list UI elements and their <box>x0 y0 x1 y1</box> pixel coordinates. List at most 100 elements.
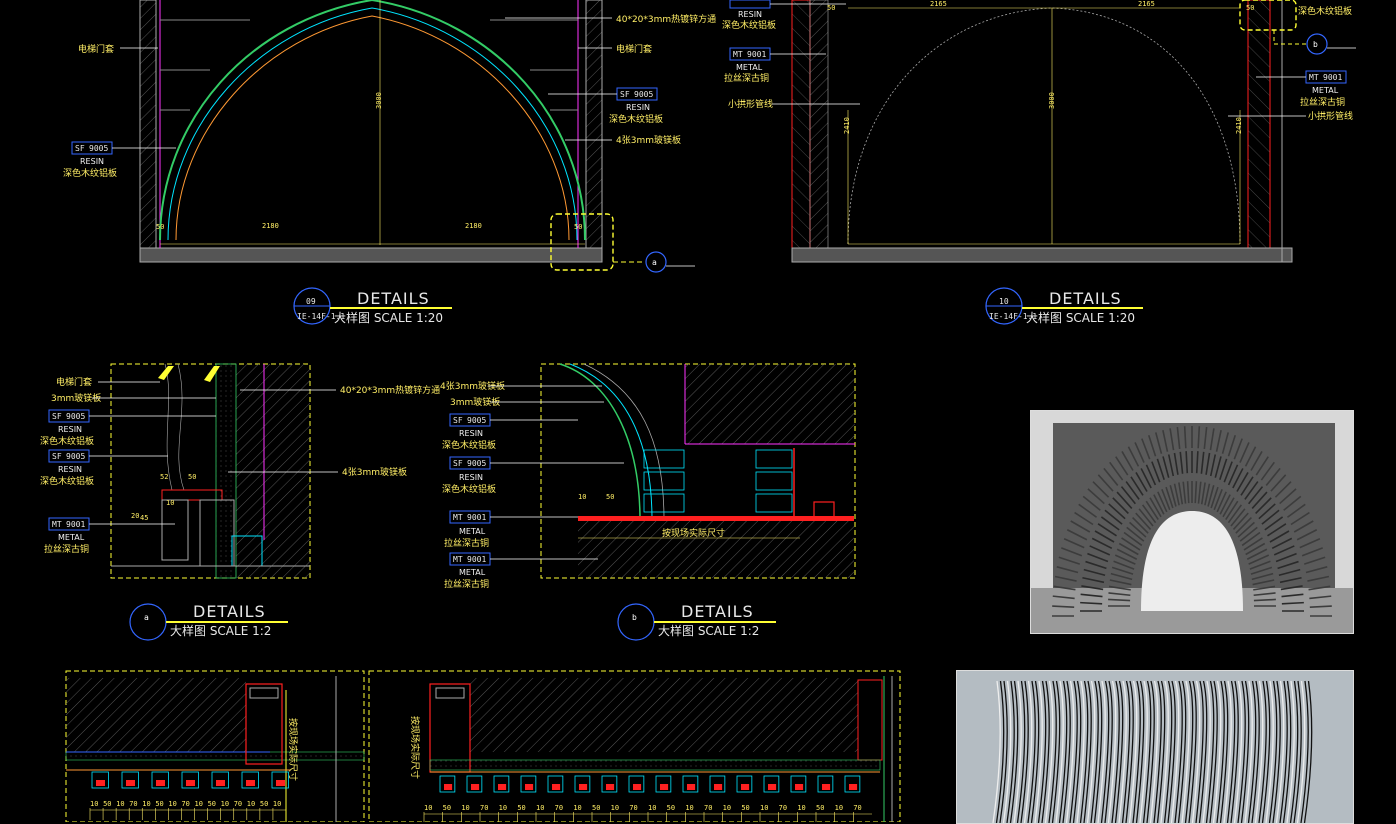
d09-label-sf-num-right: 9005 <box>634 90 653 99</box>
dim-label: 10 <box>90 800 98 808</box>
d09-label-resin: RESIN <box>80 157 104 166</box>
dim-label: 10 <box>168 800 176 808</box>
db-label-sf-num-1: 9005 <box>467 416 486 425</box>
dim-label: 10 <box>760 804 768 812</box>
da-dim-50: 50 <box>188 473 196 481</box>
d10-label-mt-num-right: 9001 <box>1323 73 1342 82</box>
db-label-mt-num-2: 9001 <box>467 555 486 564</box>
dim-label: 10 <box>221 800 229 808</box>
dim-label: 70 <box>181 800 189 808</box>
d10-label-bronze-left: 拉丝深古铜 <box>724 72 769 84</box>
d09-dim-width-right: 2180 <box>465 222 482 230</box>
d10-dim-width-left: 2165 <box>930 0 947 8</box>
dim-label: 10 <box>611 804 619 812</box>
d10-label-resin-left: RESIN <box>738 10 762 19</box>
d10-label-metal-right: METAL <box>1312 86 1339 95</box>
title-09-id: 09 <box>306 297 316 306</box>
d10-dim-50-right: 50 <box>1246 4 1254 12</box>
d10-dim-width-right: 2165 <box>1138 0 1155 8</box>
da-label-sf-code-1: SF <box>52 412 62 421</box>
dim-label: 70 <box>853 804 861 812</box>
db-dim-10: 10 <box>578 493 586 501</box>
db-label-mt-code-2: MT <box>453 555 463 564</box>
da-label-resin-1: RESIN <box>58 425 82 434</box>
da-label-wood-panel-1: 深色木纹铝板 <box>40 435 94 447</box>
d10-label-mt-code-right: MT <box>1309 73 1319 82</box>
title-09-scale: 大样图 SCALE 1:20 <box>334 310 443 325</box>
d09-label-resin-right: RESIN <box>626 103 650 112</box>
d09-label-steel-tube: 40*20*3mm热镀锌方通 <box>616 13 716 25</box>
render-arch-perspective-image <box>1031 411 1353 633</box>
bottom-right-ribs <box>439 775 861 793</box>
d10-dim-height: 3000 <box>1048 92 1056 109</box>
dim-label: 10 <box>424 804 432 812</box>
detail-b-drawing: 按现场实际尺寸 10 50 4张3mm玻镁板 3mm玻镁板 SF 9005 RE… <box>440 363 856 590</box>
d09-dim-height: 3000 <box>375 92 383 109</box>
da-label-steel-tube: 40*20*3mm热镀锌方通 <box>340 384 440 396</box>
db-label-metal-2: METAL <box>459 568 486 577</box>
dim-label: 50 <box>517 804 525 812</box>
da-label-mt-code: MT <box>52 520 62 529</box>
da-label-metal: METAL <box>58 533 85 542</box>
da-dim-10: 10 <box>166 499 174 507</box>
db-label-sf-code-2: SF <box>453 459 463 468</box>
da-label-door-frame: 电梯门套 <box>56 376 92 388</box>
detail-10-drawing: 2165 2165 3000 2410 2410 50 50 b RESIN 深… <box>722 0 1356 263</box>
dim-label: 50 <box>443 804 451 812</box>
title-a-scale: 大样图 SCALE 1:2 <box>170 623 271 638</box>
bottom-left-note: 按现场实际尺寸 <box>287 718 299 781</box>
da-label-sf-num-2: 9005 <box>66 452 85 461</box>
d10-label-wood-panel-right: 深色木纹铝板 <box>1298 5 1352 17</box>
dim-label: 50 <box>260 800 268 808</box>
bottom-left-dimensions: 10 50 10 70 10 50 10 70 10 50 10 70 10 50 10 <box>89 800 286 820</box>
dim-label: 50 <box>816 804 824 812</box>
title-block-b: b DETAILS 大样图 SCALE 1:2 <box>617 602 776 641</box>
title-09-heading: DETAILS <box>357 289 430 308</box>
db-label-sf-code-1: SF <box>453 416 463 425</box>
d09-dim-50-left: 50 <box>156 223 164 231</box>
dim-label: 50 <box>155 800 163 808</box>
db-label-resin-2: RESIN <box>459 473 483 482</box>
render-arch-perspective <box>1030 410 1354 634</box>
d09-label-wood-panel-right: 深色木纹铝板 <box>609 113 663 125</box>
db-note-site: 按现场实际尺寸 <box>662 527 725 539</box>
title-block-10: 10 IE-14F-1.1 DETAILS 大样图 SCALE 1:20 <box>985 287 1143 325</box>
d09-dim-50-right: 50 <box>574 223 582 231</box>
d10-label-arch-pipe-left: 小拱形管线 <box>728 98 773 110</box>
db-label-bronze-2: 拉丝深古铜 <box>444 578 489 590</box>
da-label-sf-num-1: 9005 <box>66 412 85 421</box>
d10-label-bronze-right: 拉丝深古铜 <box>1300 96 1345 108</box>
title-b-scale: 大样图 SCALE 1:2 <box>658 623 759 638</box>
db-label-wood-panel-1: 深色木纹铝板 <box>442 439 496 451</box>
dim-label: 10 <box>247 800 255 808</box>
title-a-id: a <box>144 613 149 622</box>
dim-label: 10 <box>142 800 150 808</box>
dim-label: 70 <box>129 800 137 808</box>
d10-label-arch-pipe-right: 小拱形管线 <box>1308 110 1353 122</box>
d10-dim-side-right: 2410 <box>1235 117 1243 134</box>
db-label-metal-1: METAL <box>459 527 486 536</box>
d09-label-wood-panel-left: 深色木纹铝板 <box>63 167 117 179</box>
d10-dim-50-left: 50 <box>827 4 835 12</box>
dim-label: 70 <box>555 804 563 812</box>
detail-09-drawing: 2180 2180 3000 50 50 a 电梯门套 SF 9005 RESI… <box>63 0 716 273</box>
db-label-wood-panel-2: 深色木纹铝板 <box>442 483 496 495</box>
dim-label: 70 <box>234 800 242 808</box>
d09-label-mgo-board: 4张3mm玻镁板 <box>616 134 681 146</box>
dim-label: 10 <box>573 804 581 812</box>
title-b-heading: DETAILS <box>681 602 754 621</box>
d09-label-sf-code: SF <box>75 144 85 153</box>
dim-label: 50 <box>741 804 749 812</box>
dim-label: 50 <box>667 804 675 812</box>
bottom-section-right: 10 50 10 70 10 50 10 70 10 50 10 70 10 50 10 70 10 50 10 70… <box>368 670 901 822</box>
dim-label: 10 <box>835 804 843 812</box>
bottom-left-ribs <box>91 771 289 789</box>
bottom-right-note: 按现场实际尺寸 <box>409 716 421 779</box>
dim-label: 70 <box>480 804 488 812</box>
db-label-sf-num-2: 9005 <box>467 459 486 468</box>
d09-dim-width-left: 2180 <box>262 222 279 230</box>
da-dim-20: 20 <box>131 512 139 520</box>
dim-label: 10 <box>116 800 124 808</box>
d10-label-mt-num-left: 9001 <box>747 50 766 59</box>
da-label-sf-code-2: SF <box>52 452 62 461</box>
